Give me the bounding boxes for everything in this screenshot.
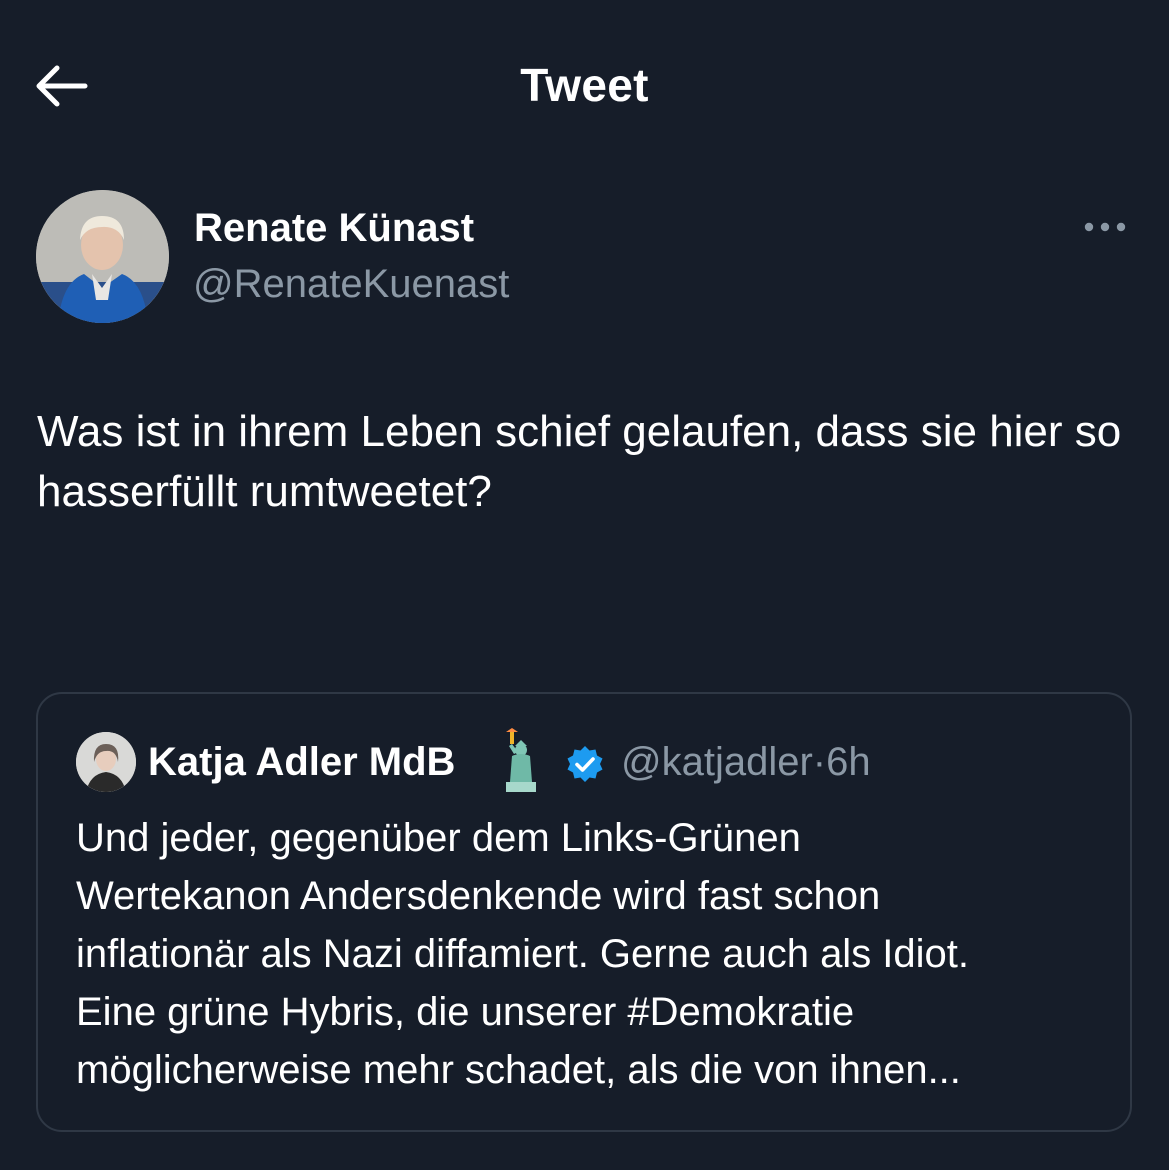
page-title: Tweet [520, 59, 649, 111]
verified-badge-icon [565, 744, 605, 784]
author-name[interactable]: Renate Künast [194, 206, 474, 251]
statue-of-liberty-icon [496, 728, 546, 792]
quoted-tweet[interactable]: Katja Adler MdB @katjadler·6h Und jeder,… [36, 692, 1132, 1132]
top-bar: Tweet [0, 0, 1169, 178]
quoted-author-name: Katja Adler MdB [148, 740, 456, 784]
quoted-tweet-time: 6h [826, 740, 871, 784]
quoted-author-avatar [76, 732, 136, 792]
author-handle[interactable]: @RenateKuenast [193, 262, 509, 307]
quoted-author-handle: @katjadler [621, 740, 813, 784]
tweet-author: Renate Künast @RenateKuenast [36, 190, 1136, 324]
meta-separator: · [812, 740, 827, 784]
ellipsis-icon [1083, 220, 1127, 238]
author-avatar[interactable] [36, 190, 169, 323]
tweet-text: Was ist in ihrem Leben schief gelaufen, … [37, 407, 1122, 516]
quoted-tweet-meta: @katjadler·6h [621, 740, 871, 785]
quoted-tweet-text: Und jeder, gegenüber dem Links-Grünen We… [76, 816, 970, 1092]
more-options-button[interactable] [1080, 212, 1130, 246]
